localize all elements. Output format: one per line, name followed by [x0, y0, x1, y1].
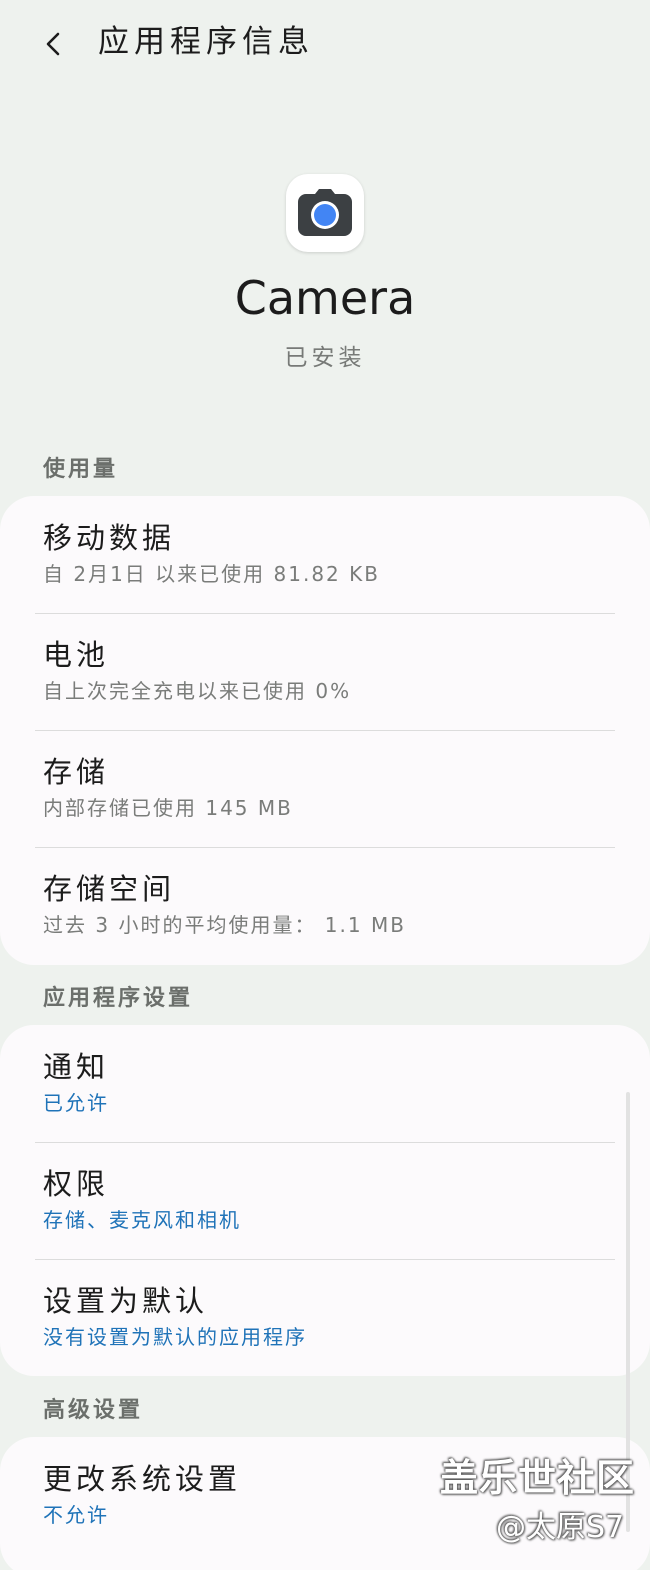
row-title: 设置为默认 [43, 1284, 209, 1318]
row-subtitle: 存储、麦克风和相机 [43, 1208, 241, 1232]
watermark-user: @太原S7 [496, 1510, 625, 1545]
camera-icon [298, 189, 352, 236]
row-title: 存储空间 [43, 872, 176, 906]
row-storage[interactable]: 存储 内部存储已使用 145 MB [0, 730, 650, 847]
row-subtitle: 自 2月1日 以来已使用 81.82 KB [43, 562, 380, 586]
row-title: 更改系统设置 [43, 1462, 242, 1496]
row-title: 电池 [43, 638, 110, 672]
usage-card: 移动数据 自 2月1日 以来已使用 81.82 KB 电池 自上次完全充电以来已… [0, 496, 650, 965]
back-button[interactable] [30, 20, 78, 68]
row-subtitle: 没有设置为默认的应用程序 [43, 1325, 307, 1349]
app-name: Camera [234, 271, 416, 325]
row-set-as-default[interactable]: 设置为默认 没有设置为默认的应用程序 [0, 1259, 650, 1376]
chevron-left-icon [46, 32, 60, 56]
row-subtitle: 内部存储已使用 145 MB [43, 796, 293, 820]
section-label-app-settings: 应用程序设置 [43, 986, 194, 1011]
row-subtitle: 自上次完全充电以来已使用 0% [43, 679, 352, 703]
app-settings-card: 通知 已允许 权限 存储、麦克风和相机 设置为默认 没有设置为默认的应用程序 [0, 1025, 650, 1376]
row-title: 通知 [43, 1050, 110, 1084]
row-subtitle: 不允许 [43, 1503, 109, 1527]
section-label-advanced: 高级设置 [43, 1398, 144, 1423]
row-notifications[interactable]: 通知 已允许 [0, 1025, 650, 1142]
row-battery[interactable]: 电池 自上次完全充电以来已使用 0% [0, 613, 650, 730]
row-subtitle: 过去 3 小时的平均使用量： 1.1 MB [43, 913, 406, 937]
row-title: 移动数据 [43, 521, 176, 555]
row-title: 存储 [43, 755, 110, 789]
app-icon [286, 174, 364, 252]
app-install-status: 已安装 [284, 345, 366, 371]
row-title: 权限 [43, 1167, 110, 1201]
section-label-usage: 使用量 [43, 457, 119, 482]
watermark-community: 盖乐世社区 [440, 1456, 636, 1500]
row-mobile-data[interactable]: 移动数据 自 2月1日 以来已使用 81.82 KB [0, 496, 650, 613]
row-storage-space[interactable]: 存储空间 过去 3 小时的平均使用量： 1.1 MB [0, 847, 650, 964]
row-subtitle: 已允许 [43, 1091, 109, 1115]
header: 应用程序信息 [0, 0, 650, 86]
page-title: 应用程序信息 [98, 24, 314, 60]
app-info-page: 应用程序信息 Camera 已安装 使用量 移动数据 自 2月1日 以来已使用 … [0, 0, 650, 1570]
row-permissions[interactable]: 权限 存储、麦克风和相机 [0, 1142, 650, 1259]
